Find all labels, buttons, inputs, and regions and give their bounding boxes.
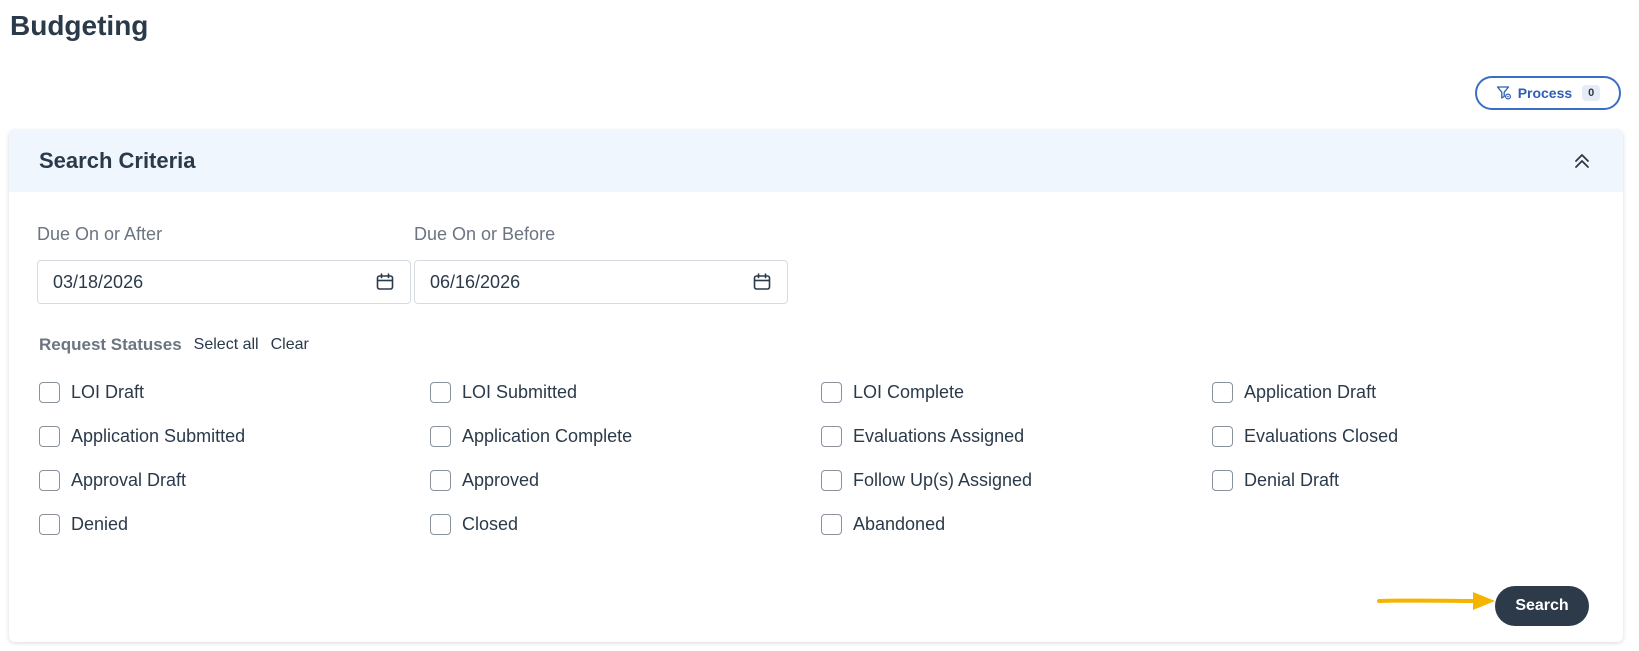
checkbox-label: Application Draft [1244,381,1377,402]
due-before-value: 06/16/2026 [430,271,521,292]
checkbox-label: Abandoned [853,513,946,534]
due-after-label: Due On or After [37,224,163,244]
checkbox[interactable] [430,425,451,447]
arrow-annotation [1377,592,1495,610]
checkbox[interactable] [430,469,451,491]
checkbox[interactable] [821,381,842,403]
checkbox[interactable] [39,513,60,535]
select-all-link[interactable]: Select all [194,336,259,354]
calendar-icon[interactable] [375,272,395,292]
due-before-input[interactable]: 06/16/2026 [414,260,788,304]
process-label: Process [1517,85,1573,101]
checkbox[interactable] [821,469,842,491]
search-criteria-panel: Search Criteria Due On or After 03/18/20… [9,130,1623,642]
checkbox[interactable] [39,381,60,403]
chevron-double-up-icon[interactable] [1571,150,1593,172]
due-after-value: 03/18/2026 [53,271,144,292]
checkbox-label: Evaluations Closed [1244,425,1399,446]
request-statuses-label: Request Statuses [39,335,182,354]
status-checkbox-item[interactable]: Abandoned [821,502,1212,546]
due-after-group: Due On or After 03/18/2026 [37,224,411,304]
checkbox-label: LOI Complete [853,381,965,402]
search-button[interactable]: Search [1495,586,1589,626]
checkbox[interactable] [821,425,842,447]
calendar-icon[interactable] [752,272,772,292]
checkbox[interactable] [1212,469,1233,491]
checkbox-label: Approved [462,469,540,490]
checkbox[interactable] [430,381,451,403]
status-checkbox-item[interactable]: LOI Draft [39,370,430,414]
status-checkbox-item[interactable]: Follow Up(s) Assigned [821,458,1212,502]
checkbox[interactable] [1212,425,1233,447]
clear-link[interactable]: Clear [271,336,309,354]
checkbox-label: Evaluations Assigned [853,425,1025,446]
checkbox-label: Application Submitted [71,425,246,446]
filter-gear-icon [1496,85,1512,101]
checkbox-label: Denied [71,513,129,534]
checkbox[interactable] [821,513,842,535]
due-before-label: Due On or Before [414,224,556,244]
status-checkbox-item[interactable]: Evaluations Closed [1212,414,1603,458]
checkbox[interactable] [430,513,451,535]
status-checkbox-item[interactable]: Closed [430,502,821,546]
page-title: Budgeting [10,10,149,41]
checkbox-label: Application Complete [462,425,633,446]
status-checkbox-item[interactable]: Application Complete [430,414,821,458]
status-checkbox-item[interactable]: LOI Complete [821,370,1212,414]
checkbox[interactable] [39,425,60,447]
budgeting-page: Budgeting Process 0 Search Criteria Due … [0,0,1639,651]
status-checkbox-item[interactable]: Evaluations Assigned [821,414,1212,458]
request-statuses-row: Request Statuses Select all Clear [39,335,309,355]
status-checkbox-item[interactable]: Denial Draft [1212,458,1603,502]
search-criteria-header[interactable]: Search Criteria [9,130,1623,192]
status-checkbox-item[interactable]: LOI Submitted [430,370,821,414]
status-checkbox-item[interactable]: Application Submitted [39,414,430,458]
checkbox-label: Closed [462,513,519,534]
checkbox-label: LOI Submitted [462,381,578,402]
status-checkbox-item[interactable]: Application Draft [1212,370,1603,414]
checkbox[interactable] [1212,381,1233,403]
process-button[interactable]: Process 0 [1475,76,1621,110]
checkbox[interactable] [39,469,60,491]
status-checkbox-item[interactable]: Approved [430,458,821,502]
due-before-group: Due On or Before 06/16/2026 [414,224,788,304]
status-checkbox-item[interactable]: Approval Draft [39,458,430,502]
status-checkbox-item[interactable]: Denied [39,502,430,546]
process-count-badge: 0 [1582,85,1601,101]
checkbox-label: Approval Draft [71,469,187,490]
due-after-input[interactable]: 03/18/2026 [37,260,411,304]
checkbox-label: LOI Draft [71,381,145,402]
status-checkbox-grid: LOI Draft LOI Submitted LOI Complete Applic… [39,370,1603,546]
checkbox-label: Follow Up(s) Assigned [853,469,1033,490]
checkbox-label: Denial Draft [1244,469,1340,490]
search-criteria-title: Search Criteria [39,148,196,173]
